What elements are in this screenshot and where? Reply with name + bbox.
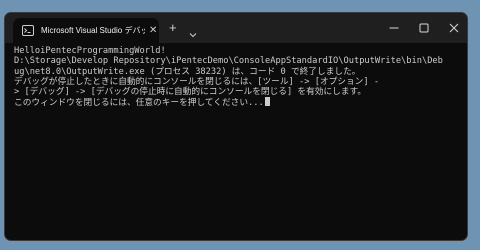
terminal-icon [22,25,34,36]
close-window-button[interactable] [439,13,467,43]
minimize-button[interactable] [379,13,409,43]
maximize-icon [419,23,429,33]
close-tab-button[interactable]: ✕ [149,25,157,36]
minimize-icon [389,27,399,29]
tab-title: Microsoft Visual Studio デバッグ [41,26,145,35]
chevron-down-icon [189,33,197,38]
console-output[interactable]: HelloiPentecProgrammingWorld! D:\Storage… [14,46,461,109]
console-line: このウィンドウを閉じるには、任意のキーを押してください... [14,98,264,109]
new-tab-button[interactable]: + [169,21,177,34]
terminal-window: Microsoft Visual Studio デバッグ ✕ + HelloiP… [4,12,468,241]
close-icon [449,23,459,33]
tab-dropdown-button[interactable] [189,25,197,43]
console-line: ug\net8.0\OutputWrite.exe (プロセス 38232) は… [14,66,361,77]
console-line: HelloiPentecProgrammingWorld! [14,46,166,56]
prompt-line: このウィンドウを閉じるには、任意のキーを押してください... [14,97,461,108]
maximize-button[interactable] [409,13,439,43]
console-line: D:\Storage\Develop Repository\iPentecDem… [14,56,443,67]
console-line: デバッグが停止したときに自動的にコンソールを閉じるには、[ツール] -> [オプ… [14,76,380,87]
console-line: > [デバッグ] -> [デバッグの停止時に自動的にコンソールを閉じる] を有効… [14,87,367,98]
title-bar[interactable]: Microsoft Visual Studio デバッグ ✕ + [5,13,467,43]
tab-active[interactable]: Microsoft Visual Studio デバッグ ✕ [13,18,159,43]
text-cursor [264,97,270,107]
